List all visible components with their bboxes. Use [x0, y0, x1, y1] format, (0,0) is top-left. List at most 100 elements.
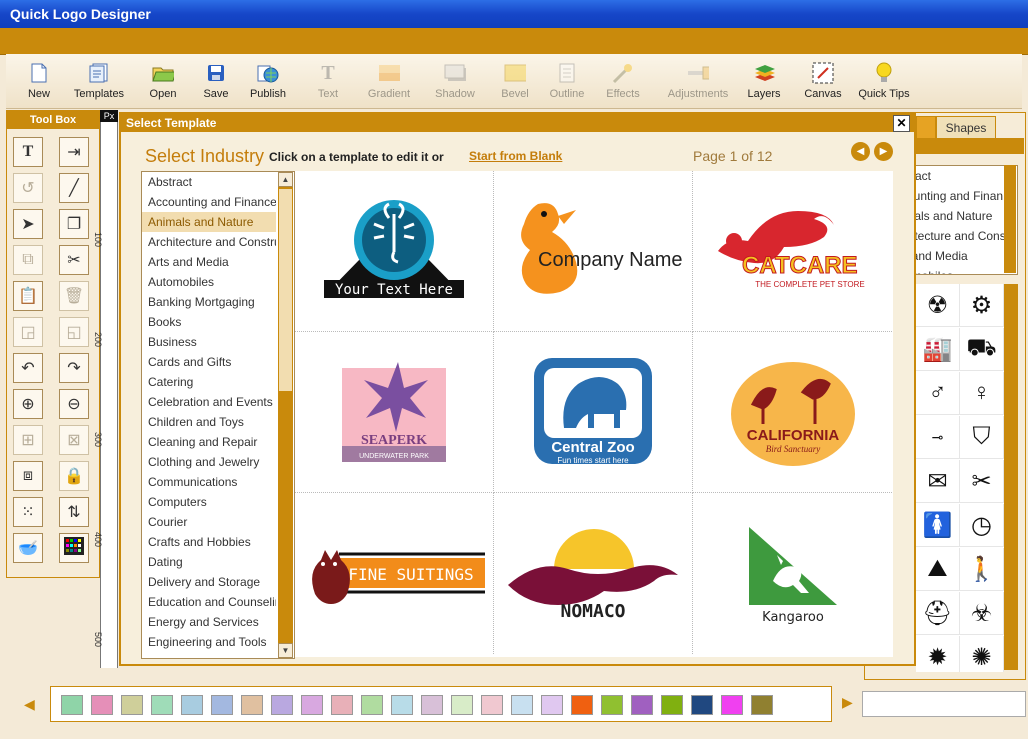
shape-factory[interactable]: 🏭 [916, 328, 960, 371]
color-swatch[interactable] [571, 695, 593, 715]
color-swatch[interactable] [61, 695, 83, 715]
industry-item[interactable]: Catering [142, 372, 276, 392]
toolbar-quick-tips-button[interactable]: Quick Tips [852, 58, 916, 106]
scroll-up-icon[interactable]: ▲ [278, 172, 293, 187]
color-swatch[interactable] [481, 695, 503, 715]
rotate-tool-button[interactable]: ↺ [13, 173, 43, 203]
distribute-button[interactable]: ⁙ [13, 497, 43, 527]
shape-sun[interactable]: ✺ [960, 636, 1004, 672]
shape-mail[interactable]: ✉ [916, 460, 960, 503]
next-page-button[interactable]: ▶ [874, 142, 893, 161]
industry-item[interactable]: Automobiles [142, 272, 276, 292]
toolbar-outline-button[interactable]: Outline [536, 58, 598, 106]
shape-gear[interactable]: ⚙ [960, 284, 1004, 327]
align-right-button[interactable]: ⊠ [59, 425, 89, 455]
cut-tool-button[interactable]: ✂ [59, 245, 89, 275]
shape-clock[interactable]: ◷ [960, 504, 1004, 547]
template-central-zoo[interactable]: Central Zoo Fun times start here [494, 332, 693, 493]
shape-badge[interactable]: ⛉ [960, 416, 1004, 459]
undo-button[interactable]: ↶ [13, 353, 43, 383]
color-swatch[interactable] [721, 695, 743, 715]
toolbar-adjustments-button[interactable]: Adjustments [658, 58, 738, 106]
status-input[interactable] [862, 691, 1026, 717]
dialog-close-button[interactable]: ✕ [893, 115, 910, 132]
color-swatch[interactable] [631, 695, 653, 715]
industry-list[interactable]: Abstract Accounting and Finance Animals an… [141, 171, 295, 659]
industry-item[interactable]: Accounting and Finance [142, 192, 276, 212]
industry-item[interactable]: Animals and Nature [142, 212, 276, 232]
industry-item[interactable]: Courier [142, 512, 276, 532]
toolbar-templates-button[interactable]: Templates [68, 58, 130, 106]
industry-list-scrollbar[interactable]: ▲ ▼ [278, 172, 293, 658]
color-swatch[interactable] [691, 695, 713, 715]
zoom-out-button[interactable]: ⊖ [59, 389, 89, 419]
color-swatch[interactable] [91, 695, 113, 715]
toolbar-canvas-button[interactable]: Canvas [792, 58, 854, 106]
template-fine-suitings[interactable]: FINE SUITINGS [295, 493, 494, 654]
industry-item[interactable]: Celebration and Events [142, 392, 276, 412]
color-swatch[interactable] [271, 695, 293, 715]
color-swatch[interactable] [601, 695, 623, 715]
shape-scissors-comb[interactable]: ✂ [960, 460, 1004, 503]
industry-item[interactable]: Arts and Media [142, 252, 276, 272]
scrollbar-thumb[interactable] [278, 188, 293, 392]
industry-item[interactable]: Business [142, 332, 276, 352]
industry-item[interactable]: Computers [142, 492, 276, 512]
shape-truck[interactable]: ⛟ [960, 328, 1004, 371]
color-swatch[interactable] [541, 695, 563, 715]
color-swatch[interactable] [451, 695, 473, 715]
select-tool-button[interactable]: ➤ [13, 209, 43, 239]
align-left-button[interactable]: ⊞ [13, 425, 43, 455]
shape-walker[interactable]: 🚶 [960, 548, 1004, 591]
bring-forward-button[interactable]: ◲ [13, 317, 43, 347]
toolbar-text-button[interactable]: T Text [297, 58, 359, 106]
delete-tool-button[interactable]: 🗑 [59, 281, 89, 311]
industry-item[interactable]: Education and Counseling [142, 592, 276, 612]
color-swatch[interactable] [331, 695, 353, 715]
toolbar-effects-button[interactable]: Effects [592, 58, 654, 106]
template-catcare[interactable]: CATCARE THE COMPLETE PET STORE [693, 171, 892, 332]
import-tool-button[interactable]: ⇥ [59, 137, 89, 167]
industry-item[interactable]: Books [142, 312, 276, 332]
palette-scroll-left-icon[interactable]: ◀ [24, 696, 35, 713]
color-swatch[interactable] [121, 695, 143, 715]
shape-starburst[interactable]: ✹ [916, 636, 960, 672]
shape-mountain[interactable]: ⛰ [916, 548, 960, 591]
color-swatch[interactable] [751, 695, 773, 715]
lock-button[interactable]: 🔒 [59, 461, 89, 491]
industry-item[interactable]: Energy and Services [142, 612, 276, 632]
shape-male[interactable]: ♂ [916, 372, 960, 415]
prev-page-button[interactable]: ◀ [851, 142, 870, 161]
arrange-button[interactable]: ⇅ [59, 497, 89, 527]
color-swatch[interactable] [211, 695, 233, 715]
text-tool-button[interactable]: T [13, 137, 43, 167]
zoom-in-button[interactable]: ⊕ [13, 389, 43, 419]
color-swatch[interactable] [661, 695, 683, 715]
toolbar-new-button[interactable]: New [8, 58, 70, 106]
palette-scroll-right-icon[interactable]: ▶ [842, 694, 853, 711]
color-swatch[interactable] [361, 695, 383, 715]
industry-item[interactable]: Clothing and Jewelry [142, 452, 276, 472]
color-swatch[interactable] [181, 695, 203, 715]
industry-item[interactable]: Dating [142, 552, 276, 572]
paste-tool-button[interactable]: 📋 [13, 281, 43, 311]
shape-biohazard[interactable]: ☣ [960, 592, 1004, 635]
template-scorpion[interactable]: Your Text Here [295, 171, 494, 332]
industry-item[interactable]: Cleaning and Repair [142, 432, 276, 452]
group-button[interactable]: ⧈ [13, 461, 43, 491]
industry-item[interactable]: Children and Toys [142, 412, 276, 432]
redo-button[interactable]: ↷ [59, 353, 89, 383]
industry-item[interactable]: Banking Mortgaging [142, 292, 276, 312]
shape-woman[interactable]: 🚺 [916, 504, 960, 547]
duplicate-tool-button[interactable]: ❐ [59, 209, 89, 239]
shape-key[interactable]: ⊸ [916, 416, 960, 459]
right-list-scrollbar[interactable] [1004, 165, 1016, 273]
send-backward-button[interactable]: ◱ [59, 317, 89, 347]
template-kangaroo[interactable]: Kangaroo [693, 493, 892, 654]
scroll-down-icon[interactable]: ▼ [278, 643, 293, 658]
shape-grid-scrollbar[interactable] [1004, 284, 1018, 670]
template-california[interactable]: CALIFORNIA Bird Sanctuary [693, 332, 892, 493]
tab-shapes[interactable]: Shapes [936, 116, 996, 140]
color-grid-button[interactable] [59, 533, 89, 563]
color-swatch[interactable] [151, 695, 173, 715]
